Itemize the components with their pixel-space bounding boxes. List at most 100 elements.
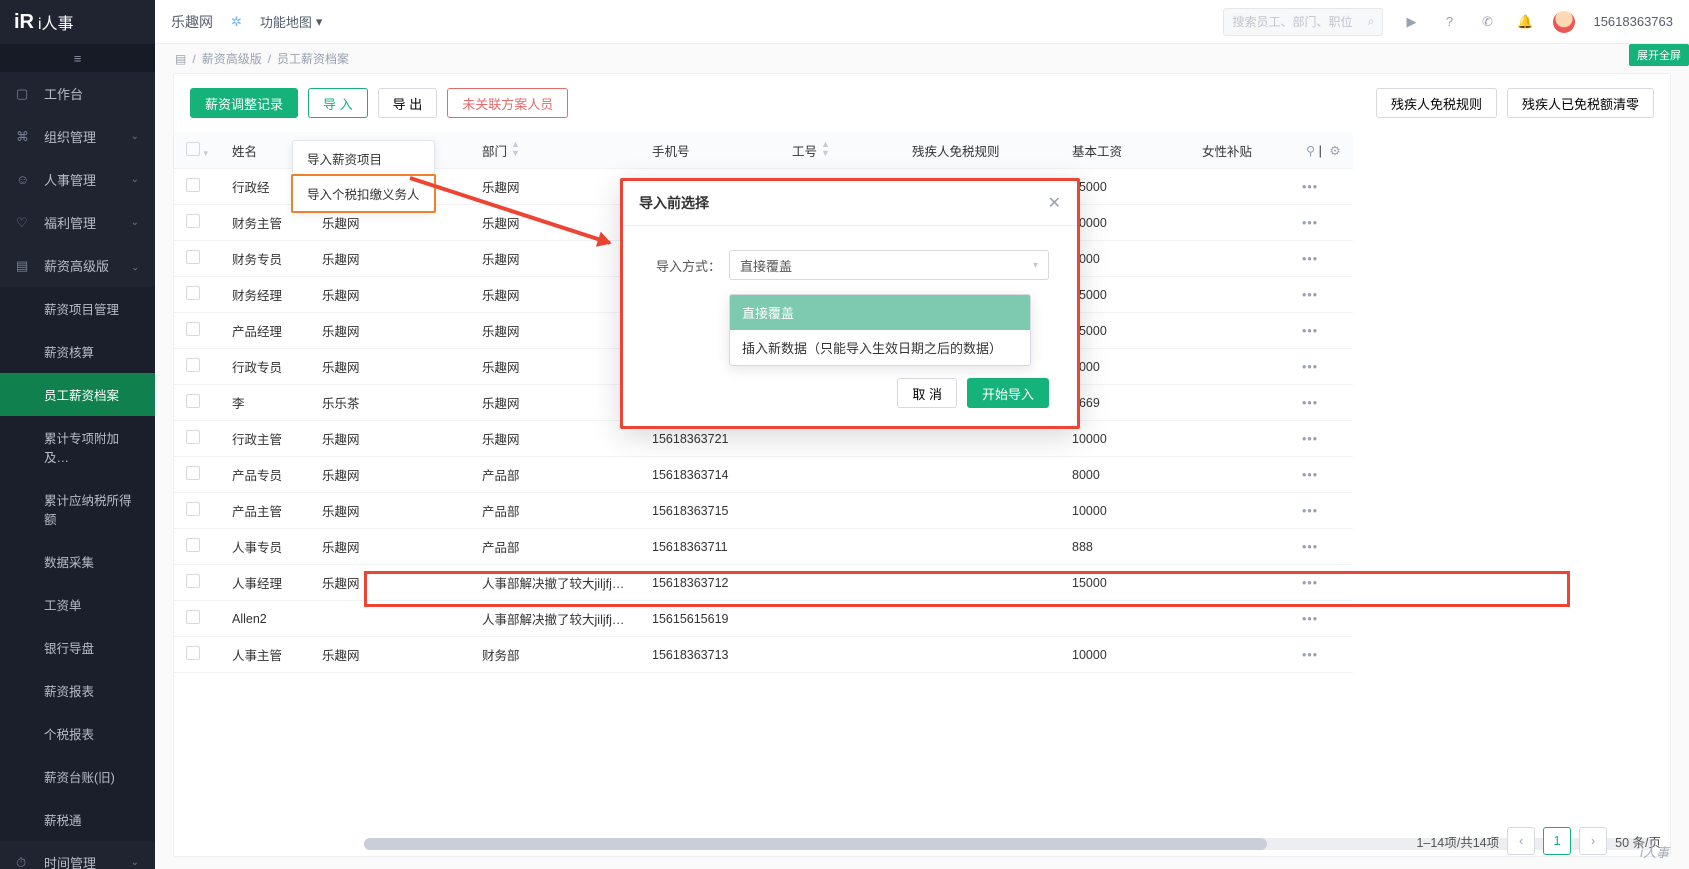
import-salary-items[interactable]: 导入薪资项目: [293, 141, 434, 176]
phone-icon[interactable]: ✆: [1477, 12, 1497, 32]
salary-adjust-button[interactable]: 薪资调整记录: [190, 88, 298, 118]
nav-item-0[interactable]: ▢工作台: [0, 72, 155, 115]
nav-icon: ♡: [16, 215, 34, 231]
row-more-icon[interactable]: •••: [1302, 216, 1318, 230]
table-row[interactable]: 人事专员乐趣网产品部15618363711888•••: [174, 529, 1670, 565]
table-row[interactable]: 人事经理乐趣网人事部解决撤了较大jiljfjo…1561836371215000…: [174, 565, 1670, 601]
main: 乐趣网 ✲ 功能地图 ▾ 搜索员工、部门、职位⌕ ▶ ? ✆ 🔔 1561836…: [155, 0, 1689, 869]
pager-prev[interactable]: ‹: [1507, 827, 1535, 855]
row-checkbox[interactable]: [186, 322, 200, 336]
nav-sub-9[interactable]: 个税报表: [0, 712, 155, 755]
pager-size[interactable]: 50 条/页: [1615, 832, 1661, 851]
th-5[interactable]: 工号▲▼: [780, 132, 900, 169]
help-icon[interactable]: ?: [1439, 12, 1459, 32]
table-row[interactable]: Allen2人事部解决撤了较大jiljfjo…15615615619•••: [174, 601, 1670, 637]
gear-icon[interactable]: ✲: [231, 14, 242, 30]
disability-tax-rule-button[interactable]: 残疾人免税规则: [1376, 88, 1497, 118]
th-8[interactable]: 女性补贴: [1190, 132, 1290, 169]
row-checkbox[interactable]: [186, 286, 200, 300]
nav-icon: ▤: [16, 258, 34, 274]
th-3[interactable]: 部门▲▼: [470, 132, 640, 169]
row-more-icon[interactable]: •••: [1302, 324, 1318, 338]
table-row[interactable]: 产品主管乐趣网产品部1561836371510000•••: [174, 493, 1670, 529]
row-more-icon[interactable]: •••: [1302, 360, 1318, 374]
import-button[interactable]: 导 入: [308, 88, 368, 118]
row-checkbox[interactable]: [186, 538, 200, 552]
logo: iR i人事: [0, 0, 155, 44]
unlinked-people-button[interactable]: 未关联方案人员: [447, 88, 568, 118]
nav-sub-11[interactable]: 薪税通: [0, 798, 155, 841]
nav-sub-10[interactable]: 薪资台账(旧): [0, 755, 155, 798]
bell-icon[interactable]: 🔔: [1515, 12, 1535, 32]
row-more-icon[interactable]: •••: [1302, 432, 1318, 446]
import-method-select[interactable]: 直接覆盖 ▾: [729, 250, 1049, 280]
row-checkbox[interactable]: [186, 178, 200, 192]
option-overwrite[interactable]: 直接覆盖: [730, 295, 1030, 330]
nav-sub-6[interactable]: 工资单: [0, 583, 155, 626]
func-map-link[interactable]: 功能地图 ▾: [260, 12, 323, 31]
nav-sub-7[interactable]: 银行导盘: [0, 626, 155, 669]
crumb-level2: 员工薪资档案: [277, 50, 349, 67]
row-checkbox[interactable]: [186, 250, 200, 264]
disability-tax-clear-button[interactable]: 残疾人已免税额清零: [1507, 88, 1654, 118]
nav-sub-1[interactable]: 薪资核算: [0, 330, 155, 373]
user-phone[interactable]: 15618363763: [1593, 14, 1673, 29]
nav-item-3[interactable]: ♡福利管理⌄: [0, 201, 155, 244]
row-more-icon[interactable]: •••: [1302, 252, 1318, 266]
chevron-icon: ⌄: [131, 857, 139, 868]
th-0[interactable]: ▾: [174, 132, 220, 169]
filter-icon[interactable]: ⚲: [1306, 144, 1315, 158]
th-4[interactable]: 手机号: [640, 132, 780, 169]
nav-sub-8[interactable]: 薪资报表: [0, 669, 155, 712]
modal-start-import-button[interactable]: 开始导入: [967, 378, 1049, 408]
search-icon: ⌕: [1368, 14, 1375, 29]
modal-close-button[interactable]: ✕: [1048, 193, 1061, 213]
row-checkbox[interactable]: [186, 358, 200, 372]
nav-sub-2[interactable]: 员工薪资档案: [0, 373, 155, 416]
row-more-icon[interactable]: •••: [1302, 180, 1318, 194]
row-checkbox[interactable]: [186, 502, 200, 516]
row-checkbox[interactable]: [186, 574, 200, 588]
nav-item-1[interactable]: ⌘组织管理⌄: [0, 115, 155, 158]
row-more-icon[interactable]: •••: [1302, 576, 1318, 590]
nav-sub-5[interactable]: 数据采集: [0, 540, 155, 583]
sidebar-toggle[interactable]: ≡: [0, 44, 155, 72]
pager-page-1[interactable]: 1: [1543, 827, 1571, 855]
th-7[interactable]: 基本工资: [1060, 132, 1190, 169]
nav-item-5[interactable]: ⏱时间管理⌄: [0, 841, 155, 869]
th-6[interactable]: 残疾人免税规则: [900, 132, 1060, 169]
row-checkbox[interactable]: [186, 466, 200, 480]
row-checkbox[interactable]: [186, 610, 200, 624]
nav-sub-4[interactable]: 累计应纳税所得额: [0, 478, 155, 540]
expand-fullscreen-button[interactable]: 展开全屏: [1629, 44, 1689, 66]
checkbox-all[interactable]: [186, 142, 200, 156]
search-input[interactable]: 搜索员工、部门、职位⌕: [1223, 8, 1383, 36]
avatar[interactable]: [1553, 11, 1575, 33]
crumb-level1[interactable]: 薪资高级版: [202, 50, 262, 67]
table-row[interactable]: 人事主管乐趣网财务部1561836371310000•••: [174, 637, 1670, 673]
row-checkbox[interactable]: [186, 430, 200, 444]
nav-item-2[interactable]: ☺人事管理⌄: [0, 158, 155, 201]
export-button[interactable]: 导 出: [378, 88, 438, 118]
brand[interactable]: 乐趣网: [171, 12, 213, 32]
row-checkbox[interactable]: [186, 214, 200, 228]
breadcrumb-icon: ▤: [175, 52, 186, 66]
row-more-icon[interactable]: •••: [1302, 396, 1318, 410]
option-insert-new[interactable]: 插入新数据（只能导入生效日期之后的数据）: [730, 330, 1030, 365]
row-more-icon[interactable]: •••: [1302, 540, 1318, 554]
row-checkbox[interactable]: [186, 646, 200, 660]
nav-sub-0[interactable]: 薪资项目管理: [0, 287, 155, 330]
row-more-icon[interactable]: •••: [1302, 288, 1318, 302]
row-more-icon[interactable]: •••: [1302, 504, 1318, 518]
row-more-icon[interactable]: •••: [1302, 612, 1318, 626]
pager-next[interactable]: ›: [1579, 827, 1607, 855]
row-more-icon[interactable]: •••: [1302, 468, 1318, 482]
nav-item-4[interactable]: ▤薪资高级版⌃: [0, 244, 155, 287]
modal-cancel-button[interactable]: 取 消: [897, 378, 957, 408]
video-icon[interactable]: ▶: [1401, 12, 1421, 32]
row-checkbox[interactable]: [186, 394, 200, 408]
table-row[interactable]: 产品专员乐趣网产品部156183637148000•••: [174, 457, 1670, 493]
gear-icon[interactable]: ⚙: [1329, 144, 1340, 158]
row-more-icon[interactable]: •••: [1302, 648, 1318, 662]
nav-sub-3[interactable]: 累计专项附加及…: [0, 416, 155, 478]
